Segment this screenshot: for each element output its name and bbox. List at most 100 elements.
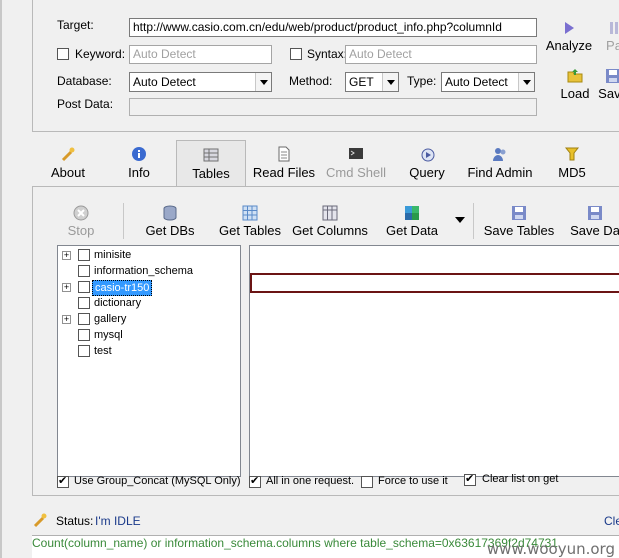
- clear-list-checkbox[interactable]: [464, 472, 476, 486]
- expand-icon[interactable]: +: [62, 251, 71, 260]
- save-label: Save: [598, 86, 619, 101]
- wand-icon: [33, 513, 47, 528]
- type-label: Type:: [407, 74, 437, 88]
- tab-about-label: About: [51, 165, 85, 180]
- method-select[interactable]: GET: [345, 72, 399, 92]
- expand-icon[interactable]: +: [62, 283, 71, 292]
- tree-checkbox[interactable]: [78, 329, 90, 341]
- syntax-checkbox[interactable]: [290, 48, 302, 60]
- tree-checkbox[interactable]: [78, 313, 90, 325]
- tree-item-test[interactable]: test: [58, 344, 238, 360]
- tree-item-label: mysql: [94, 329, 123, 341]
- post-data-input[interactable]: [129, 98, 537, 116]
- tab-tables-label: Tables: [192, 166, 230, 181]
- tab-read-files-label: Read Files: [252, 165, 316, 180]
- tree-item-label: dictionary: [94, 297, 142, 309]
- key-icon: [564, 147, 580, 161]
- tree-checkbox[interactable]: [78, 345, 90, 357]
- results-list[interactable]: [249, 245, 619, 477]
- wand-icon: [61, 147, 75, 162]
- tree-item-information-schema[interactable]: information_schema: [58, 264, 238, 280]
- method-value: GET: [349, 75, 374, 89]
- toolbar-divider: [123, 203, 124, 239]
- tree-checkbox[interactable]: [78, 265, 90, 277]
- file-icon: [278, 146, 290, 162]
- database-value: Auto Detect: [133, 75, 196, 89]
- get-columns-button[interactable]: Get Columns: [291, 205, 369, 238]
- chevron-down-icon: [255, 73, 271, 91]
- chevron-down-icon: [382, 73, 398, 91]
- keyword-label: Keyword:: [75, 47, 126, 61]
- clear-log-link[interactable]: Cle: [604, 514, 619, 528]
- pause-button[interactable]: Pa: [599, 20, 619, 53]
- query-icon: [421, 148, 435, 162]
- tab-info[interactable]: Info: [118, 140, 160, 186]
- all-in-one-checkbox[interactable]: [249, 474, 261, 488]
- tab-bar: About Info Tables Read Files Cmd Shell Q…: [32, 140, 619, 186]
- tree-item-gallery[interactable]: + gallery: [58, 312, 238, 328]
- chevron-down-icon: [518, 73, 534, 91]
- all-in-one-label: All in one request.: [266, 475, 355, 487]
- database-select[interactable]: Auto Detect: [129, 72, 272, 92]
- keyword-checkbox[interactable]: [57, 48, 69, 60]
- get-tables-button[interactable]: Get Tables: [217, 205, 283, 238]
- pause-icon: [610, 22, 618, 34]
- save-tables-button[interactable]: Save Tables: [483, 205, 555, 238]
- group-concat-checkbox[interactable]: [57, 474, 69, 488]
- toolbar-divider: [473, 203, 474, 239]
- tab-find-admin-label: Find Admin: [467, 165, 533, 180]
- tab-read-files[interactable]: Read Files: [252, 140, 316, 186]
- syntax-label: Syntax:: [307, 47, 348, 61]
- get-dbs-button[interactable]: Get DBs: [141, 205, 199, 238]
- tab-query-label: Query: [409, 165, 445, 180]
- save-button[interactable]: Save: [595, 68, 619, 101]
- log-line: Count(column_name) or information_schema…: [32, 536, 558, 550]
- tree-item-mysql[interactable]: mysql: [58, 328, 238, 344]
- target-input[interactable]: http://www.casio.com.cn/edu/web/product/…: [129, 18, 537, 37]
- get-data-button[interactable]: Get Data: [383, 205, 441, 238]
- tab-find-admin[interactable]: Find Admin: [464, 140, 536, 186]
- table-icon: [203, 148, 219, 162]
- expand-icon[interactable]: +: [62, 315, 71, 324]
- tab-md5-label: MD5: [558, 165, 586, 180]
- folder-icon: [567, 69, 583, 83]
- main-window: Target: http://www.casio.com.cn/edu/web/…: [0, 0, 619, 558]
- analyze-label: Analyze: [545, 38, 593, 53]
- save-tables-label: Save Tables: [483, 223, 555, 238]
- tab-md5[interactable]: MD5: [550, 140, 594, 186]
- get-tables-label: Get Tables: [219, 223, 281, 238]
- post-data-label: Post Data:: [57, 97, 114, 111]
- get-data-dropdown-icon[interactable]: [455, 217, 465, 223]
- tree-item-dictionary[interactable]: dictionary: [58, 296, 238, 312]
- stop-button[interactable]: Stop: [61, 205, 101, 238]
- load-button[interactable]: Load: [557, 68, 593, 101]
- tab-tables[interactable]: Tables: [176, 140, 246, 186]
- database-icon: [163, 205, 177, 221]
- tab-about[interactable]: About: [42, 140, 94, 186]
- info-icon: [132, 147, 146, 161]
- syntax-input[interactable]: Auto Detect: [345, 45, 537, 64]
- keyword-input[interactable]: Auto Detect: [129, 45, 272, 64]
- clear-list-label: Clear list on get: [482, 473, 559, 485]
- tab-query[interactable]: Query: [404, 140, 450, 186]
- method-label: Method:: [289, 74, 333, 88]
- tree-checkbox[interactable]: [78, 249, 90, 261]
- tree-item-label: test: [94, 345, 112, 357]
- tree-checkbox[interactable]: [78, 281, 90, 293]
- tab-cmd-shell[interactable]: Cmd Shell: [324, 140, 388, 186]
- force-use-checkbox[interactable]: [361, 476, 373, 488]
- tree-item-minisite[interactable]: + minisite: [58, 248, 238, 264]
- list-edit-row[interactable]: [250, 273, 619, 293]
- analyze-button[interactable]: Analyze: [541, 20, 597, 53]
- type-select[interactable]: Auto Detect: [441, 72, 535, 92]
- database-tree[interactable]: + minisite information_schema + casio-tr…: [57, 245, 241, 477]
- get-data-label: Get Data: [385, 223, 439, 238]
- tree-checkbox[interactable]: [78, 297, 90, 309]
- stop-label: Stop: [67, 223, 95, 238]
- tree-item-label: minisite: [94, 249, 132, 261]
- tree-item-casio-tr150[interactable]: + casio-tr150: [58, 280, 238, 296]
- type-value: Auto Detect: [445, 75, 508, 89]
- force-use-label: Force to use it: [378, 475, 448, 487]
- terminal-icon: [349, 148, 363, 159]
- save-data-button[interactable]: Save Da: [567, 205, 619, 238]
